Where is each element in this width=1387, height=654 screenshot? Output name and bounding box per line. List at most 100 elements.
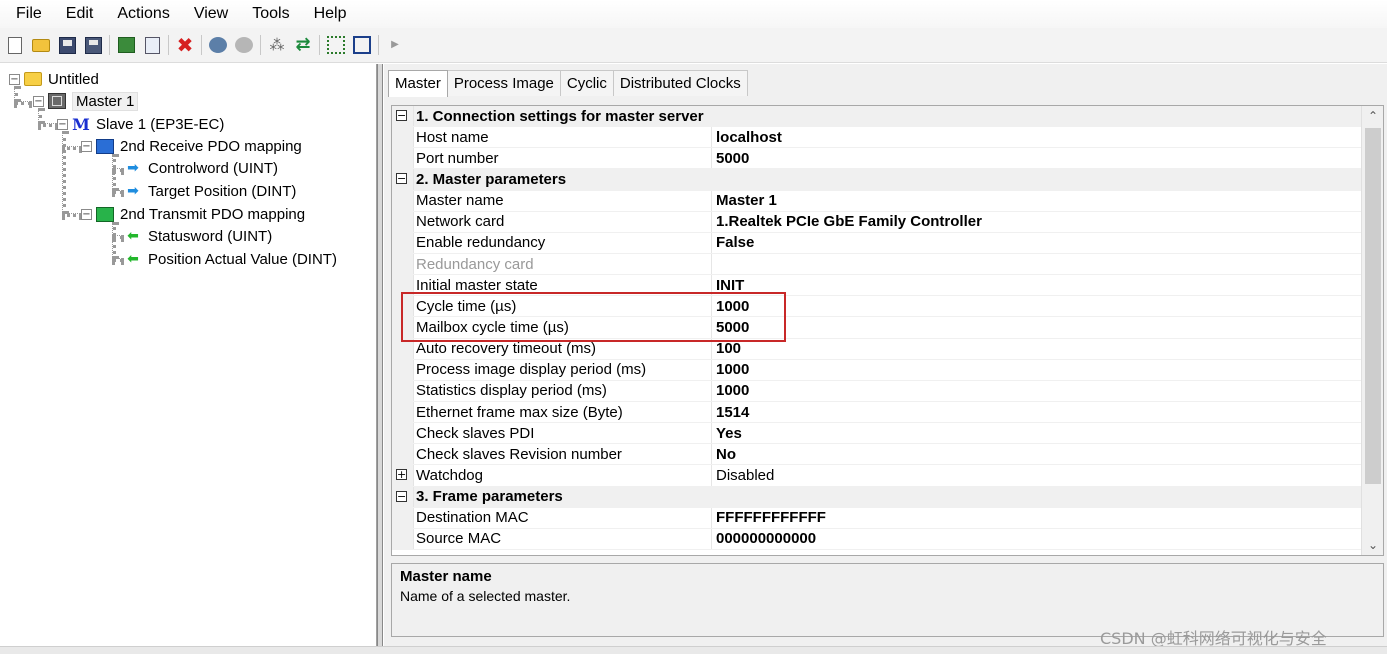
property-value[interactable]: 100 — [716, 340, 741, 357]
column-divider — [711, 528, 712, 549]
property-value[interactable]: 1514 — [716, 404, 749, 421]
tree-node-label: 2nd Transmit PDO mapping — [120, 205, 306, 223]
connect-button[interactable] — [207, 34, 229, 56]
project-folder-icon — [24, 71, 42, 87]
property-value[interactable]: Yes — [716, 425, 742, 442]
more-arrow-icon: ▶ — [391, 39, 399, 50]
property-row[interactable]: Redundancy card — [392, 253, 1362, 276]
tree-node-statusword[interactable]: ⬅ Statusword (UINT) — [124, 226, 272, 246]
property-row[interactable]: Ethernet frame max size (Byte) 1514 — [392, 401, 1362, 424]
expand-icon[interactable]: + — [396, 469, 407, 481]
property-row[interactable]: Check slaves Revision number No — [392, 444, 1362, 466]
property-name: Enable redundancy — [416, 234, 546, 252]
menu-file[interactable]: File — [4, 0, 54, 28]
toolbar-separator — [201, 35, 202, 55]
tree-node-rx-pdo[interactable]: − 2nd Receive PDO mapping — [81, 136, 302, 156]
collapse-icon[interactable]: − — [396, 110, 407, 121]
collapse-icon[interactable]: − — [81, 208, 92, 220]
collapse-icon[interactable]: − — [396, 490, 407, 502]
property-row[interactable]: + Watchdog Disabled — [392, 465, 1362, 487]
tab-cyclic[interactable]: Cyclic — [559, 70, 614, 96]
property-category[interactable]: −1. Connection settings for master serve… — [392, 106, 1362, 128]
network-tree-icon: ⁂ — [269, 36, 285, 54]
panel-splitter[interactable] — [377, 64, 383, 648]
collapse-icon[interactable]: − — [33, 95, 44, 107]
row-gutter — [392, 211, 414, 232]
property-value[interactable]: No — [716, 446, 736, 463]
open-folder-icon — [32, 38, 50, 52]
collapse-icon[interactable]: − — [57, 118, 68, 130]
property-value[interactable]: Disabled — [716, 467, 774, 484]
tree-node-root[interactable]: − Untitled — [9, 69, 99, 89]
tab-distributed-clocks[interactable]: Distributed Clocks — [612, 70, 748, 96]
receive-pdo-icon — [96, 138, 114, 154]
property-row[interactable]: Network card 1.Realtek PCIe GbE Family Co… — [392, 211, 1362, 233]
property-category[interactable]: −3. Frame parameters — [392, 486, 1362, 508]
property-row[interactable]: Host name localhost — [392, 127, 1362, 149]
frame-button[interactable] — [351, 34, 373, 56]
disconnect-icon — [235, 37, 253, 53]
tree-node-tx-pdo[interactable]: − 2nd Transmit PDO mapping — [81, 204, 305, 224]
tree-node-target-position[interactable]: ➡ Target Position (DINT) — [124, 181, 296, 201]
project-tree-panel: − Untitled − Master 1 − M Slave 1 (EP3E-… — [0, 64, 377, 648]
menu-actions[interactable]: Actions — [105, 0, 181, 28]
save-button[interactable] — [56, 34, 78, 56]
property-row[interactable]: Check slaves PDI Yes — [392, 423, 1362, 445]
property-value[interactable]: 1000 — [716, 361, 749, 378]
property-value[interactable]: 1000 — [716, 382, 749, 399]
tree-line — [14, 101, 32, 105]
property-name: Redundancy card — [416, 255, 534, 273]
property-value[interactable]: 000000000000 — [716, 530, 816, 547]
property-row[interactable]: Master name Master 1 — [392, 190, 1362, 212]
property-name: Ethernet frame max size (Byte) — [416, 403, 623, 421]
property-row[interactable]: Statistics display period (ms) 1000 — [392, 380, 1362, 402]
property-row[interactable]: Process image display period (ms) 1000 — [392, 359, 1362, 381]
menu-edit[interactable]: Edit — [54, 0, 106, 28]
property-row[interactable]: Source MAC 000000000000 — [392, 528, 1362, 550]
collapse-icon[interactable]: − — [81, 140, 92, 152]
property-category[interactable]: −2. Master parameters — [392, 169, 1362, 191]
scroll-thumb[interactable] — [1365, 128, 1381, 484]
collapse-icon[interactable]: − — [396, 173, 407, 185]
row-gutter — [392, 444, 414, 465]
toolbar-separator — [168, 35, 169, 55]
property-value[interactable]: localhost — [716, 129, 782, 146]
tree-node-controlword[interactable]: ➡ Controlword (UINT) — [124, 158, 278, 178]
tree-node-master[interactable]: − Master 1 — [33, 91, 139, 111]
toolbar-separator — [319, 35, 320, 55]
new-file-button[interactable] — [4, 34, 26, 56]
swap-button[interactable]: ⇄ — [292, 34, 314, 56]
tree-node-slave[interactable]: − M Slave 1 (EP3E-EC) — [57, 114, 224, 134]
property-row[interactable]: Enable redundancy False — [392, 232, 1362, 254]
collapse-icon[interactable]: − — [9, 73, 20, 85]
more-button[interactable]: ▶ — [384, 34, 406, 56]
property-value[interactable]: False — [716, 234, 754, 251]
import-button[interactable] — [141, 34, 163, 56]
arrow-left-icon: ⬅ — [127, 251, 139, 267]
tab-master[interactable]: Master — [388, 70, 448, 97]
scroll-down-icon[interactable]: ⌄ — [1362, 535, 1383, 555]
row-gutter — [392, 253, 414, 275]
network-tree-button[interactable]: ⁂ — [266, 34, 288, 56]
menu-view[interactable]: View — [182, 0, 240, 28]
tree-node-position-actual[interactable]: ⬅ Position Actual Value (DINT) — [124, 249, 337, 269]
export-button[interactable] — [115, 34, 137, 56]
select-area-button[interactable] — [325, 34, 347, 56]
save-all-button[interactable] — [82, 34, 104, 56]
property-value[interactable]: FFFFFFFFFFFF — [716, 509, 826, 526]
menu-help[interactable]: Help — [302, 0, 359, 28]
property-value[interactable]: Master 1 — [716, 192, 777, 209]
property-row[interactable]: Destination MAC FFFFFFFFFFFF — [392, 507, 1362, 529]
disconnect-button[interactable] — [233, 34, 255, 56]
vertical-scrollbar[interactable]: ⌃ ⌄ — [1361, 106, 1383, 555]
tab-process-image[interactable]: Process Image — [446, 70, 561, 96]
property-row[interactable]: Port number 5000 — [392, 148, 1362, 170]
scroll-up-icon[interactable]: ⌃ — [1362, 106, 1383, 126]
property-value[interactable]: 5000 — [716, 150, 749, 167]
open-button[interactable] — [30, 34, 52, 56]
arrow-right-icon: ➡ — [127, 160, 139, 176]
project-tree: − Untitled − Master 1 − M Slave 1 (EP3E-… — [0, 64, 377, 648]
menu-tools[interactable]: Tools — [240, 0, 301, 28]
delete-button[interactable]: ✖ — [174, 34, 196, 56]
property-value[interactable]: 1.Realtek PCIe GbE Family Controller — [716, 213, 982, 230]
